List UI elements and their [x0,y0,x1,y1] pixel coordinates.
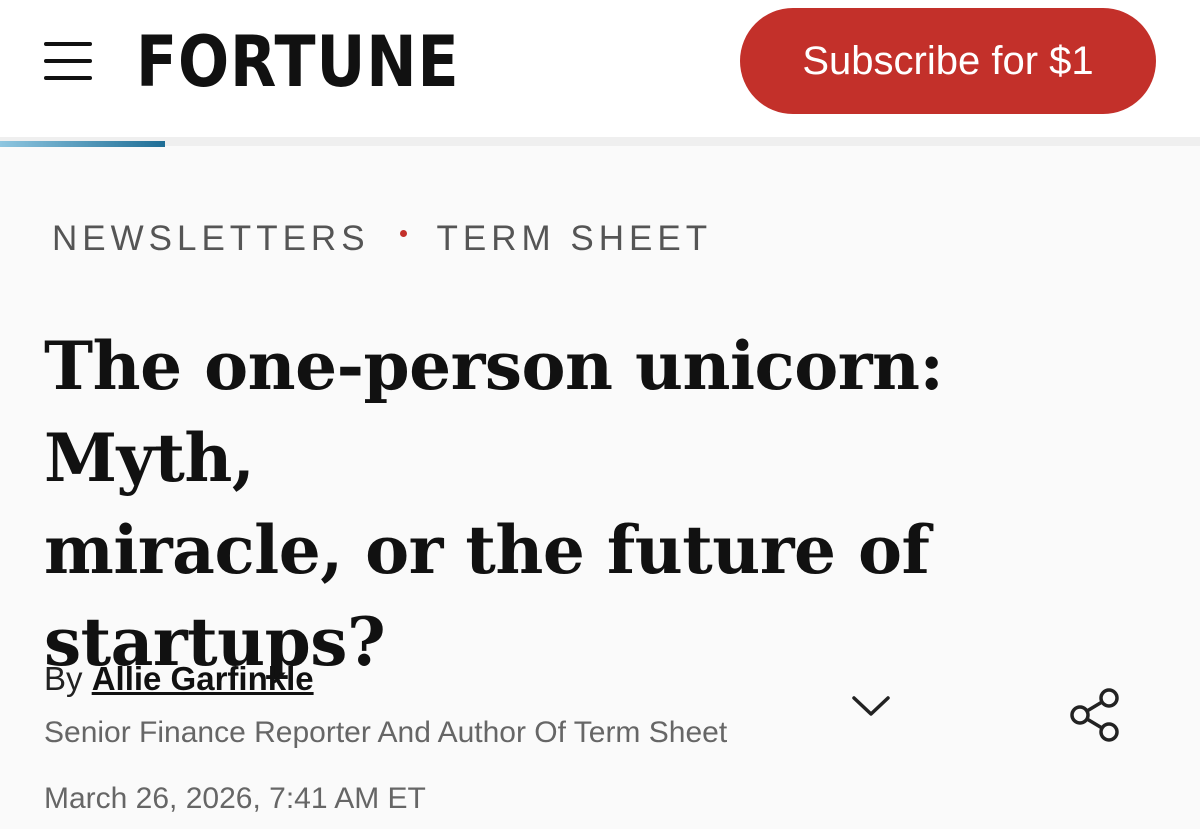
header-divider [0,137,1200,146]
site-header: FORTUNE Subscribe for $1 [0,0,1200,137]
author-title: Senior Finance Reporter And Author Of Te… [44,716,728,749]
subscribe-button[interactable]: Subscribe for $1 [740,8,1156,114]
share-icon[interactable] [1066,684,1128,746]
headline-line: miracle, or the future of [44,511,930,589]
headline-line: The one-person unicorn: Myth, [44,327,944,497]
fortune-logo[interactable]: FORTUNE [136,22,459,102]
article-headline: The one-person unicorn: Myth, miracle, o… [44,320,1164,688]
hamburger-menu-icon[interactable] [42,40,94,82]
author-name-link[interactable]: Allie Garfinkle [92,660,314,697]
reading-progress-bar [0,141,165,147]
chevron-down-icon[interactable] [848,686,894,726]
publish-date: March 26, 2026, 7:41 AM ET [44,782,426,815]
breadcrumb: NEWSLETTERS TERM SHEET [52,214,712,264]
breadcrumb-separator-dot [399,229,407,237]
breadcrumb-newsletters[interactable]: NEWSLETTERS [52,219,370,259]
byline-prefix: By [44,660,83,697]
article-page: FORTUNE Subscribe for $1 NEWSLETTERS TER… [0,0,1200,829]
byline: By Allie Garfinkle [44,660,314,698]
breadcrumb-term-sheet[interactable]: TERM SHEET [437,219,713,259]
